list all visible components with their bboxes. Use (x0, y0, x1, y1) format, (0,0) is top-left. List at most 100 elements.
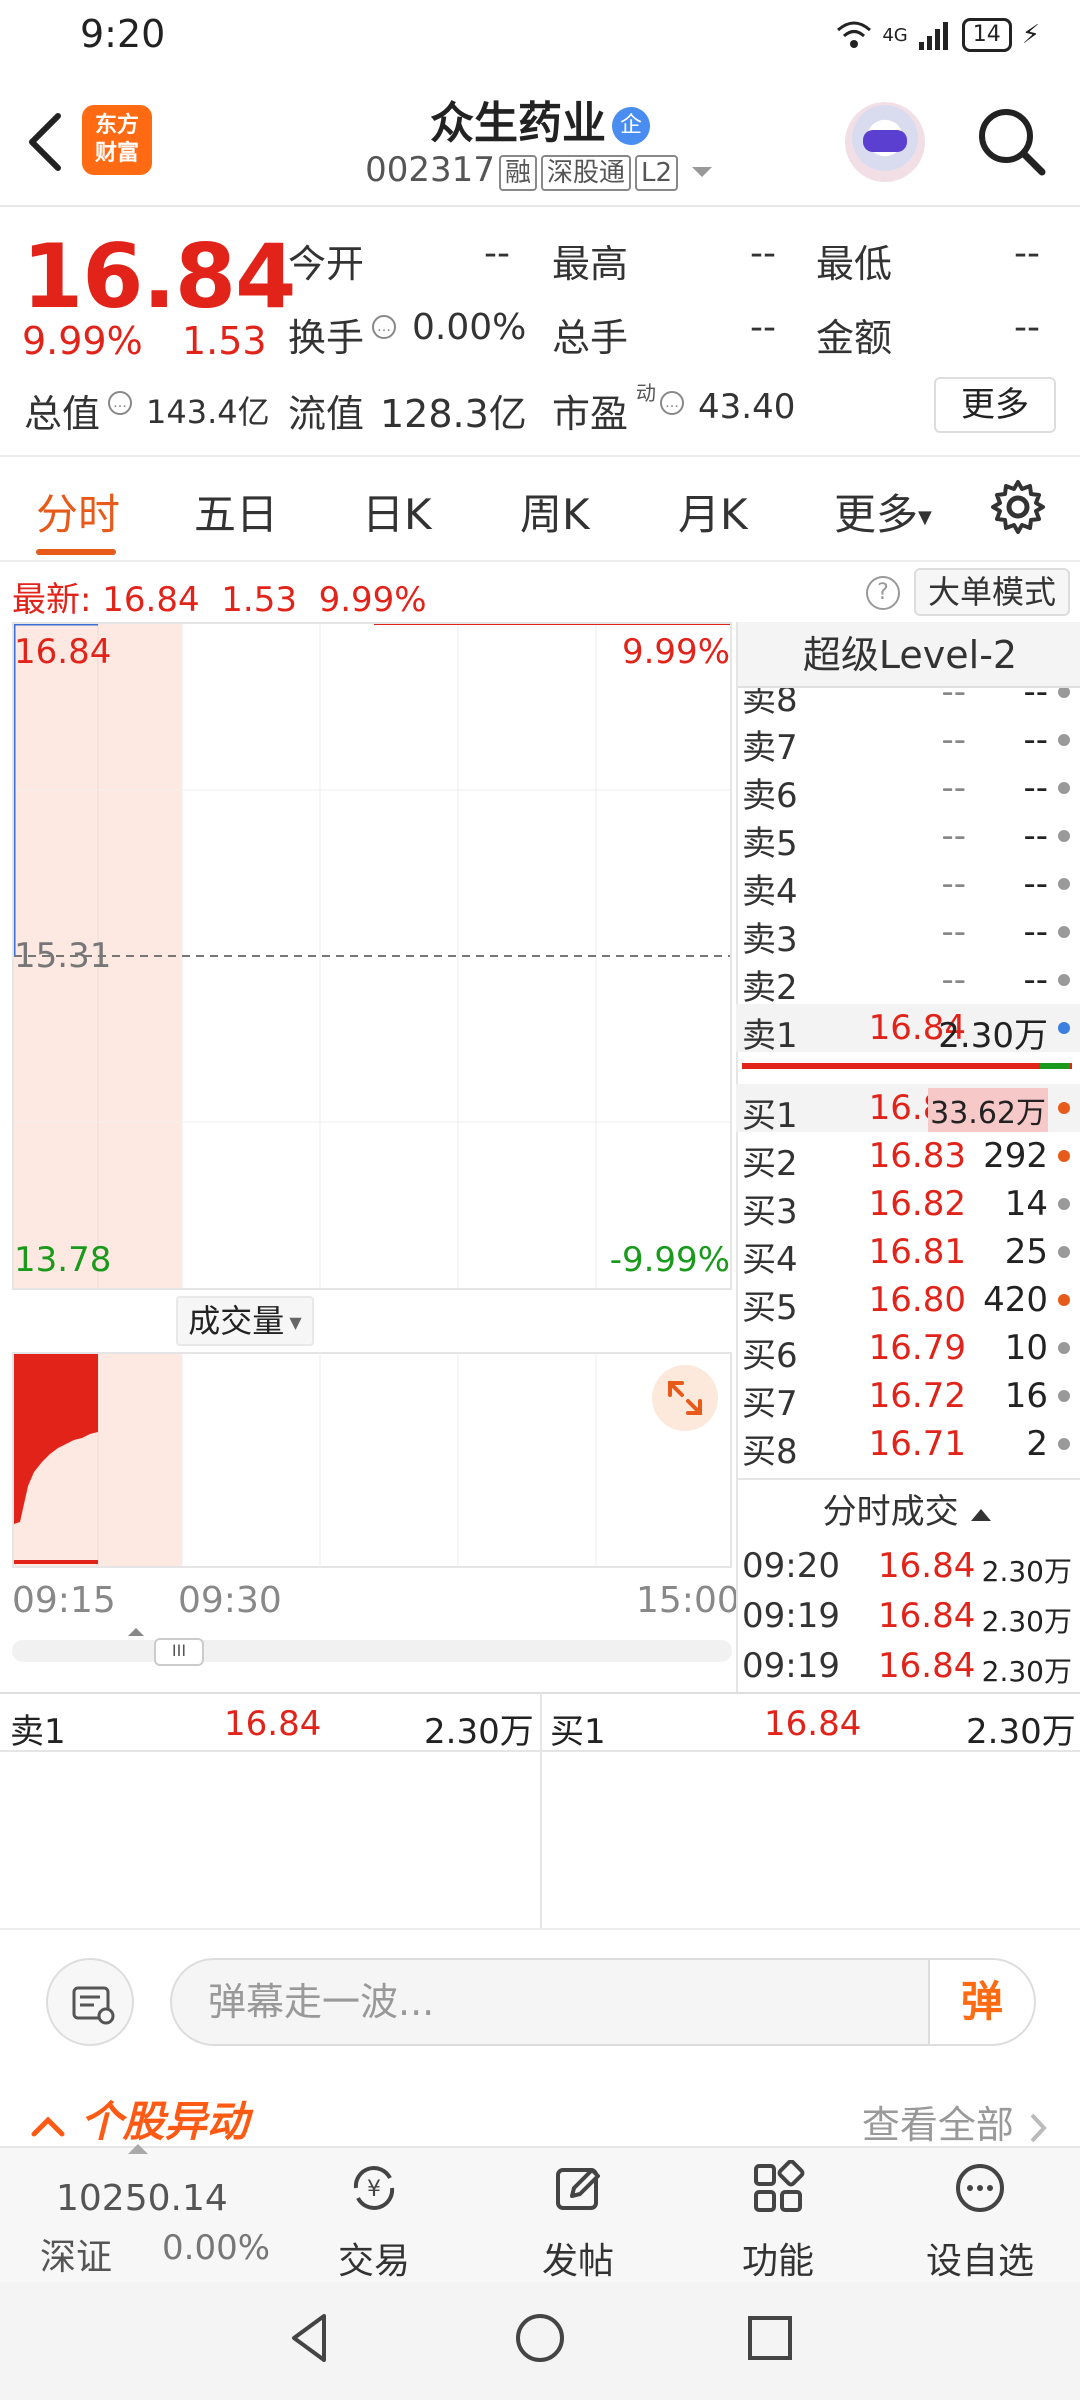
bid-ask-divider-green (1040, 1063, 1070, 1069)
danmu-settings-icon (72, 1986, 115, 2025)
bid-ask-divider (742, 1063, 1072, 1069)
bid-row[interactable]: 买7 16.72 16 (736, 1372, 1080, 1424)
bid-row[interactable]: 买5 16.80 420 (736, 1276, 1080, 1328)
index-name[interactable]: 深证 (40, 2228, 112, 2280)
enterprise-badge: 企 (612, 107, 650, 145)
settings-button[interactable] (988, 477, 1048, 537)
danmu-bar: 弹幕走一波... 弹 (0, 1930, 1080, 2080)
y-top-price: 16.84 (14, 632, 112, 672)
more-button[interactable]: 更多 (934, 377, 1056, 433)
back-triangle-icon[interactable] (280, 2308, 340, 2368)
sort-up-icon (971, 1508, 992, 1521)
search-button[interactable] (972, 102, 1052, 182)
level1-bid-label: 买1 (550, 1712, 606, 1752)
ask-row[interactable]: 卖3 -- -- (736, 908, 1080, 960)
danmu-settings-button[interactable] (46, 1958, 134, 2046)
nav-functions[interactable]: 功能 (708, 2148, 848, 2284)
nav-trade[interactable]: ¥ 交易 (304, 2148, 444, 2284)
network-type: 4G (882, 24, 908, 46)
mktcap-label: 总值 (24, 392, 101, 436)
system-navigation (0, 2282, 1080, 2400)
more-circle-icon (956, 2164, 1004, 2212)
level1-split (540, 1692, 542, 1928)
pe-value: 43.40 (698, 387, 796, 427)
ask-row[interactable]: 卖7 -- -- (736, 716, 1080, 768)
view-all-link[interactable]: 查看全部 (862, 2094, 1050, 2149)
tab-monthly-k[interactable]: 月K (678, 481, 748, 542)
price-chart-canvas (14, 624, 730, 1288)
signal-icon (918, 22, 948, 50)
time-label-start: 09:15 (12, 1580, 116, 1621)
pe-dynamic-sup: 动 (636, 381, 656, 405)
stock-code: 002317 (365, 150, 495, 190)
ask-row[interactable]: 卖6 -- -- (736, 764, 1080, 816)
tick-row: 09:19 16.84 2.30万 (742, 1596, 1072, 1638)
bid-row[interactable]: 买3 16.82 14 (736, 1180, 1080, 1232)
ask-list: 卖8 -- -- 卖7 -- -- 卖6 -- -- 卖5 -- -- 卖4 -- -- 卖3 -- -… (736, 688, 1080, 1068)
stock-movement-section: 个股异动 查看全部 (0, 2080, 1080, 2150)
chevron-right-icon (1030, 2113, 1047, 2142)
bid-row[interactable]: 买8 16.71 2 (736, 1420, 1080, 1472)
info-icon[interactable]: … (372, 315, 396, 339)
mktcap-value: 143.4亿 (146, 393, 270, 431)
index-value[interactable]: 10250.14 (56, 2178, 228, 2219)
search-icon (979, 109, 1046, 176)
tick-trades-header[interactable]: 分时成交 (736, 1478, 1080, 1544)
caret-down-icon: ▼ (918, 507, 932, 528)
tab-weekly-k[interactable]: 周K (520, 481, 590, 542)
dropdown-icon (691, 166, 712, 177)
level1-ask-price: 16.84 (224, 1704, 322, 1744)
nav-add-watchlist[interactable]: 设自选 (910, 2148, 1050, 2284)
tick-row: 09:19 16.84 2.30万 (742, 1646, 1072, 1688)
current-price: 16.84 (22, 225, 296, 328)
bid-row[interactable]: 买6 16.79 10 (736, 1324, 1080, 1376)
big-order-mode-button[interactable]: 大单模式 (914, 568, 1070, 616)
recents-square-icon[interactable] (740, 2308, 800, 2368)
ask-row[interactable]: 卖2 -- -- (736, 956, 1080, 1008)
ask-row[interactable]: 卖8 -- -- (736, 688, 1080, 720)
high-label: 最高 (552, 242, 629, 286)
tab-intraday[interactable]: 分时 (36, 481, 120, 542)
order-book-title[interactable]: 超级Level-2 (738, 622, 1080, 688)
turnover-value: 0.00% (412, 307, 527, 348)
nav-post[interactable]: 发帖 (508, 2148, 648, 2284)
tab-daily-k[interactable]: 日K (362, 481, 432, 542)
ask-row[interactable]: 卖5 -- -- (736, 812, 1080, 864)
assistant-face-icon (863, 130, 907, 152)
volume-indicator-select[interactable]: 成交量 ▼ (176, 1296, 314, 1346)
level1-bid-price: 16.84 (764, 1704, 862, 1744)
ask-row[interactable]: 卖1 16.84 2.30万 (736, 1004, 1080, 1056)
tab-five-day[interactable]: 五日 (194, 481, 278, 542)
info-icon[interactable]: … (660, 391, 684, 415)
stock-header: 东方 财富 众生药业企 002317 融深股通 L2 (0, 72, 1080, 207)
battery-icon: 14 (961, 18, 1012, 52)
chart-scroll-handle[interactable]: III (154, 1638, 204, 1666)
home-circle-icon[interactable] (510, 2308, 570, 2368)
ask-row[interactable]: 卖4 -- -- (736, 860, 1080, 912)
time-label-open: 09:30 (178, 1580, 282, 1621)
change-amount: 1.53 (182, 319, 267, 363)
tab-more[interactable]: 更多▼ (834, 481, 932, 542)
volume-chart[interactable] (12, 1352, 732, 1568)
change-percent: 9.99% (22, 319, 143, 363)
open-value: -- (484, 233, 510, 274)
bid-row[interactable]: 买2 16.83 292 (736, 1132, 1080, 1184)
expand-button[interactable] (652, 1365, 718, 1431)
low-value: -- (1014, 233, 1040, 274)
quote-panel: 16.84 9.99% 1.53 今开 -- 最高 -- 最低 -- 换手 … … (0, 207, 1080, 457)
bid-row[interactable]: 买4 16.81 25 (736, 1228, 1080, 1280)
chart-scrollbar[interactable] (12, 1640, 732, 1662)
help-icon[interactable]: ? (866, 576, 900, 610)
stock-movement-title[interactable]: 个股异动 (30, 2088, 249, 2149)
bid-row[interactable]: 买1 16.84 33.62万 (736, 1084, 1080, 1136)
tag-margin: 融 (498, 155, 537, 191)
intraday-price-chart[interactable]: 16.84 9.99% 15.31 13.78 -9.99% (12, 622, 732, 1290)
index-percent: 0.00% (162, 2228, 271, 2268)
info-icon[interactable]: … (108, 391, 132, 415)
open-label: 今开 (288, 242, 365, 286)
danmu-send-button[interactable]: 弹 (928, 1958, 1036, 2046)
expand-icon (668, 1381, 702, 1415)
danmu-input[interactable]: 弹幕走一波... (170, 1958, 930, 2046)
float-value: 128.3亿 (380, 392, 527, 436)
y-bottom-pct: -9.99% (609, 1240, 730, 1280)
